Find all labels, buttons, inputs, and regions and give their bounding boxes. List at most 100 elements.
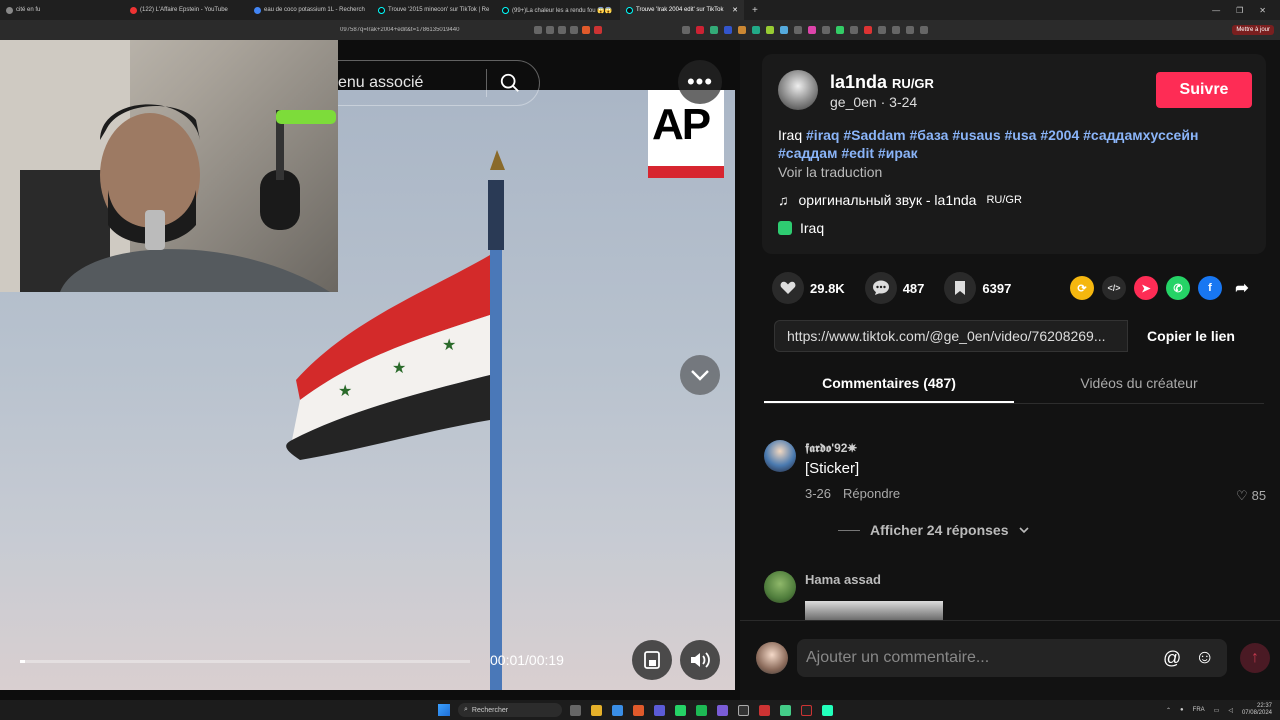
browser-tab[interactable]: (122) L'Affaire Epstein - YouTube <box>124 0 248 20</box>
embed-code-icon[interactable]: </> <box>1102 276 1126 300</box>
maximize-icon[interactable]: ❐ <box>1236 6 1243 15</box>
extension-icon[interactable] <box>822 26 830 34</box>
commenter-name[interactable]: Hama assad <box>805 572 881 587</box>
facebook-icon[interactable]: f <box>1198 276 1222 300</box>
share-icon[interactable] <box>546 26 554 34</box>
wallet-icon[interactable] <box>920 26 928 34</box>
browser-tab[interactable]: Trouve '2015 minecon' sur TikTok | Re <box>372 0 496 20</box>
author-name[interactable]: la1nda RU/GR <box>830 72 934 93</box>
new-tab-button[interactable]: + <box>744 5 766 16</box>
network-icon[interactable]: ▭ <box>1214 707 1220 714</box>
extension-icon[interactable] <box>780 26 788 34</box>
close-window-icon[interactable]: ✕ <box>1259 6 1266 15</box>
tab-creator-videos[interactable]: Vidéos du créateur <box>1014 370 1264 403</box>
extension-icon[interactable] <box>682 26 690 34</box>
hashtag-link[interactable]: #usaus <box>952 127 1000 143</box>
discord-icon[interactable] <box>654 704 665 716</box>
extension-icon[interactable] <box>696 26 704 34</box>
extension-icon[interactable] <box>878 26 886 34</box>
browser-tab[interactable]: cité en fu <box>0 0 124 20</box>
taskbar-search[interactable]: ⌕ Rechercher <box>458 703 562 717</box>
commenter-name[interactable]: 𝖋𝖆𝖗𝖉𝖔'92✵ <box>805 441 857 456</box>
view-replies-button[interactable]: Afficher 24 réponses <box>838 522 1029 538</box>
author-avatar[interactable] <box>778 70 818 110</box>
mention-icon[interactable]: @ <box>1163 648 1181 669</box>
extension-icon[interactable] <box>864 26 872 34</box>
browser-tab[interactable]: eau de coco potassium 1L - Recherch <box>248 0 372 20</box>
app-icon[interactable] <box>717 704 728 716</box>
whatsapp-icon[interactable]: ✆ <box>1166 276 1190 300</box>
volume-icon[interactable]: ◁ <box>1228 707 1233 714</box>
commenter-avatar[interactable] <box>764 571 796 603</box>
hashtag-link[interactable]: #саддам <box>778 145 837 161</box>
save-action[interactable]: 6397 <box>944 272 1011 304</box>
emoji-icon[interactable]: ☺ <box>1195 647 1214 669</box>
windows-start-icon[interactable] <box>438 704 450 716</box>
tab-comments[interactable]: Commentaires (487) <box>764 370 1014 403</box>
extension-icon[interactable] <box>850 26 858 34</box>
extensions-puzzle-icon[interactable] <box>892 26 900 34</box>
video-progress-bar[interactable] <box>20 660 470 663</box>
hashtag-link[interactable]: #usa <box>1005 127 1037 143</box>
url-field[interactable]: 097587q=Irak+2004+edit&t=1786135019440 <box>0 27 520 33</box>
zoom-icon[interactable] <box>558 26 566 34</box>
clock[interactable]: 22:37 07/08/2024 <box>1242 703 1272 717</box>
related-search-text[interactable]: enu associé <box>338 74 486 92</box>
comment-action[interactable]: 487 <box>864 272 924 304</box>
language-indicator[interactable]: FRA <box>1193 707 1205 713</box>
minimize-icon[interactable]: — <box>1212 6 1220 15</box>
send-to-friends-icon[interactable]: ➤ <box>1134 276 1158 300</box>
task-view-icon[interactable] <box>570 704 581 716</box>
brave-rewards-icon[interactable] <box>594 26 602 34</box>
store-icon[interactable] <box>612 704 623 716</box>
brave-shield-icon[interactable] <box>582 26 590 34</box>
more-options-button[interactable]: ••• <box>678 60 722 104</box>
whatsapp-icon[interactable] <box>675 704 686 716</box>
mic-icon[interactable]: ● <box>1180 707 1184 713</box>
extension-icon[interactable] <box>766 26 774 34</box>
volume-button[interactable] <box>680 640 720 680</box>
share-arrow-icon[interactable]: ➦ <box>1230 276 1254 300</box>
hashtag-link[interactable]: #Saddam <box>843 127 905 143</box>
extension-icon[interactable] <box>710 26 718 34</box>
browser-tab-active[interactable]: Trouve 'Irak 2004 edit' sur TikTok ✕ <box>620 0 744 20</box>
reply-button[interactable]: Répondre <box>843 486 900 501</box>
post-comment-button[interactable]: ↑ <box>1240 643 1270 673</box>
extension-icon[interactable] <box>752 26 760 34</box>
share-link-field[interactable]: https://www.tiktok.com/@ge_0en/video/762… <box>774 320 1128 352</box>
extension-icon[interactable] <box>808 26 816 34</box>
translate-icon[interactable] <box>534 26 542 34</box>
hashtag-link[interactable]: #саддамхуссейн <box>1083 127 1198 143</box>
copy-link-button[interactable]: Copier le lien <box>1128 328 1254 344</box>
extension-icon[interactable] <box>738 26 746 34</box>
commenter-avatar[interactable] <box>764 440 796 472</box>
brave-icon[interactable] <box>633 704 644 716</box>
extension-icon[interactable] <box>794 26 802 34</box>
follow-button[interactable]: Suivre <box>1156 72 1252 108</box>
hashtag-link[interactable]: #база <box>910 127 949 143</box>
chrome-icon[interactable] <box>780 704 791 716</box>
app-icon[interactable] <box>822 704 833 716</box>
sidebar-icon[interactable] <box>906 26 914 34</box>
link-icon[interactable] <box>570 26 578 34</box>
like-action[interactable]: 29.8K <box>772 272 845 304</box>
hashtag-link[interactable]: #2004 <box>1040 127 1079 143</box>
browser-tab[interactable]: (99+)La chaleur les a rendu fou 😱😱 <box>496 0 620 20</box>
spotify-icon[interactable] <box>696 704 707 716</box>
related-search-bar[interactable]: enu associé <box>338 60 540 106</box>
file-explorer-icon[interactable] <box>591 704 602 716</box>
hashtag-link[interactable]: #edit <box>841 145 874 161</box>
extension-icon[interactable] <box>724 26 732 34</box>
video-player[interactable]: ★ ★ ★ AP enu associé ••• 00:01/00:19 <box>0 40 740 700</box>
next-video-button[interactable] <box>680 355 720 395</box>
update-button[interactable]: Mettre à jour <box>1232 25 1274 35</box>
hashtag-link[interactable]: #iraq <box>806 127 839 143</box>
see-translation-link[interactable]: Voir la traduction <box>778 164 882 180</box>
search-icon[interactable] <box>499 72 521 94</box>
location-tag[interactable]: Iraq <box>778 220 824 236</box>
obs-icon[interactable] <box>759 704 770 716</box>
comment-like-button[interactable]: ♡ 85 <box>1236 488 1266 504</box>
sound-link[interactable]: ♫ оригинальный звук - la1nda RU/GR <box>778 192 1022 208</box>
chevron-up-icon[interactable]: ⌃ <box>1166 707 1171 714</box>
app-icon[interactable] <box>738 704 749 716</box>
